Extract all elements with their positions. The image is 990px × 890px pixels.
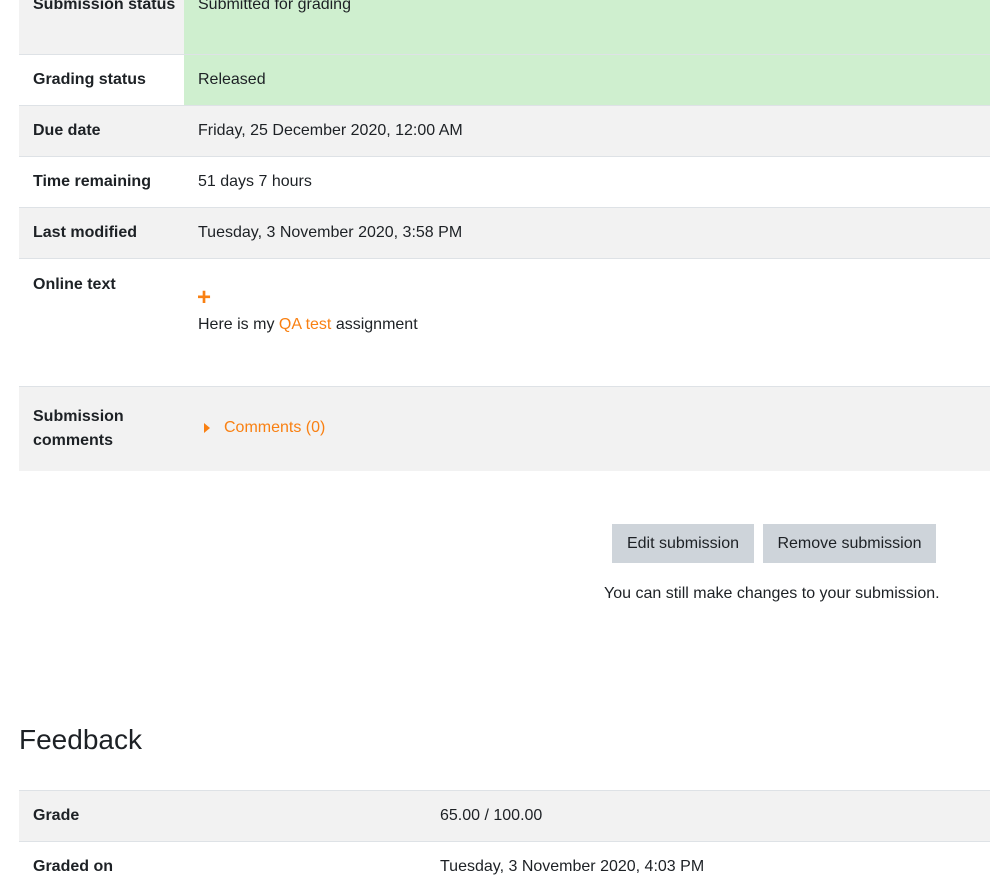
grade-value: 65.00 / 100.00: [440, 807, 543, 824]
last-modified-label: Last modified: [33, 223, 138, 241]
submission-actions: Edit submission Remove submission: [612, 524, 936, 563]
time-remaining-value: 51 days 7 hours: [198, 172, 312, 190]
edit-submission-button[interactable]: Edit submission: [612, 524, 754, 563]
submission-status-table: Submission status Submitted for grading …: [19, 0, 990, 471]
submission-status-label: Submission status: [33, 0, 176, 13]
row-grade: Grade 65.00 / 100.00: [19, 790, 990, 842]
row-online-text: Online text + Here is my QA test assignm…: [19, 258, 990, 386]
due-date-value: Friday, 25 December 2020, 12:00 AM: [198, 121, 463, 139]
online-text-value: + Here is my QA test assignment: [184, 258, 990, 386]
row-submission-status: Submission status Submitted for grading: [19, 0, 990, 54]
comments-toggle[interactable]: Comments (0): [198, 416, 325, 440]
row-last-modified: Last modified Tuesday, 3 November 2020, …: [19, 207, 990, 258]
due-date-label: Due date: [33, 121, 101, 139]
time-remaining-label: Time remaining: [33, 172, 151, 190]
comments-link[interactable]: Comments (0): [224, 416, 325, 440]
row-due-date: Due date Friday, 25 December 2020, 12:00…: [19, 105, 990, 156]
last-modified-value: Tuesday, 3 November 2020, 3:58 PM: [198, 223, 463, 241]
row-time-remaining: Time remaining 51 days 7 hours: [19, 156, 990, 207]
graded-on-label: Graded on: [33, 858, 114, 876]
row-grading-status: Grading status Released: [19, 54, 990, 105]
submission-comments-label: Submission comments: [33, 407, 124, 449]
submission-comments-value: Comments (0): [184, 386, 990, 471]
caret-right-icon: [204, 423, 210, 434]
feedback-table: Grade 65.00 / 100.00 Graded on Tuesday, …: [19, 790, 990, 890]
row-graded-on: Graded on Tuesday, 3 November 2020, 4:03…: [19, 841, 990, 890]
assignment-page: Submission status Submitted for grading …: [0, 0, 990, 890]
row-submission-comments: Submission comments Comments (0): [19, 386, 990, 471]
changes-note: You can still make changes to your submi…: [604, 585, 940, 602]
online-text-label: Online text: [33, 275, 116, 293]
graded-on-value: Tuesday, 3 November 2020, 4:03 PM: [440, 858, 705, 876]
plus-icon[interactable]: +: [197, 285, 990, 309]
submission-status-value: Submitted for grading: [184, 0, 990, 54]
online-text-link[interactable]: QA test: [279, 316, 331, 333]
grade-label: Grade: [33, 807, 80, 824]
grading-status-value: Released: [184, 54, 990, 105]
feedback-heading: Feedback: [19, 724, 142, 755]
remove-submission-button[interactable]: Remove submission: [763, 524, 936, 563]
grading-status-label: Grading status: [33, 70, 146, 88]
online-text-before: Here is my: [198, 315, 275, 333]
online-text-after: assignment: [335, 315, 418, 333]
